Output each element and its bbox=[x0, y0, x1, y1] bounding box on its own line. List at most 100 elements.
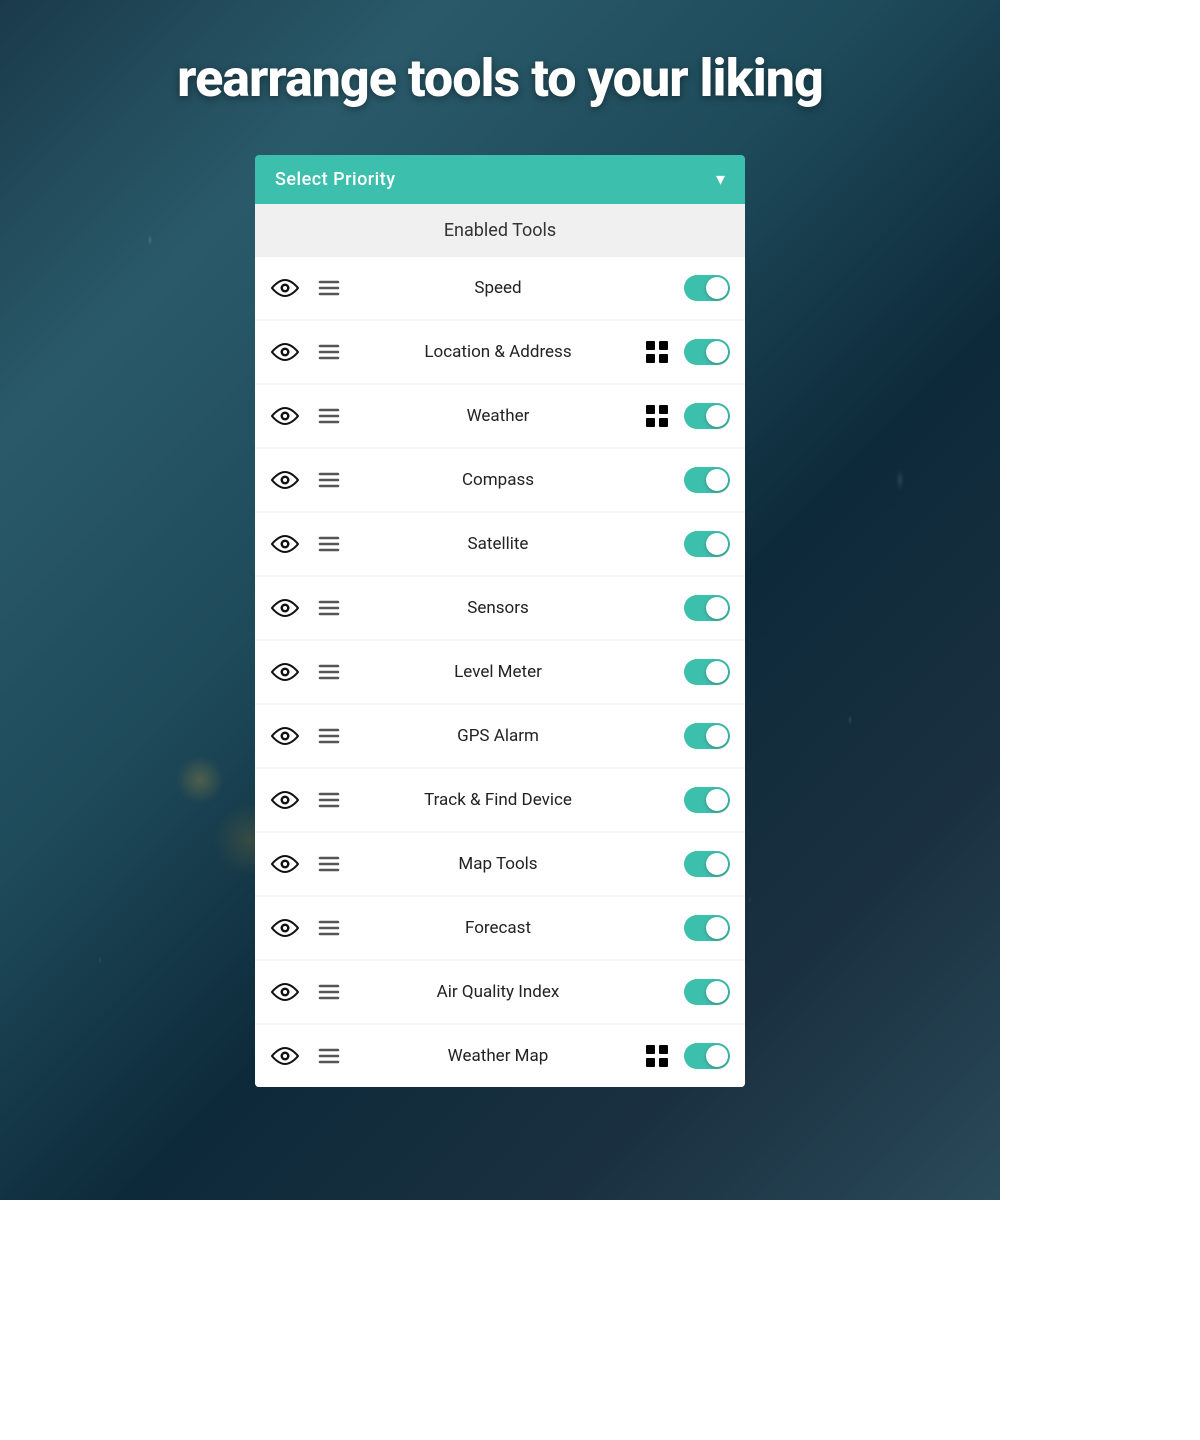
eye-icon-sensors[interactable] bbox=[267, 598, 303, 618]
tool-row-map-tools: Map Tools bbox=[255, 833, 745, 895]
eye-icon-air-quality[interactable] bbox=[267, 982, 303, 1002]
drag-handle-weather[interactable] bbox=[311, 407, 347, 425]
drag-handle-compass[interactable] bbox=[311, 471, 347, 489]
widget-icon-location bbox=[641, 340, 673, 364]
toggle-sensors[interactable] bbox=[684, 595, 730, 621]
toggle-knob-compass bbox=[706, 469, 728, 491]
tool-row-sensors: Sensors bbox=[255, 577, 745, 639]
tool-row-location: Location & Address bbox=[255, 321, 745, 383]
toggle-area-location bbox=[681, 339, 733, 365]
tool-label-track-device: Track & Find Device bbox=[355, 790, 641, 810]
toggle-satellite[interactable] bbox=[684, 531, 730, 557]
toggle-knob-sensors bbox=[706, 597, 728, 619]
tool-rows-container: Speed Location & Address Wea bbox=[255, 257, 745, 1087]
tool-label-location: Location & Address bbox=[355, 342, 641, 362]
priority-bar-label: Select Priority bbox=[275, 169, 396, 190]
tools-panel-container: Select Priority ▾ Enabled Tools Speed Lo… bbox=[255, 155, 745, 1087]
drag-handle-location[interactable] bbox=[311, 343, 347, 361]
toggle-knob-map-tools bbox=[706, 853, 728, 875]
tool-label-level-meter: Level Meter bbox=[355, 662, 641, 682]
toggle-weather[interactable] bbox=[684, 403, 730, 429]
drag-handle-weather-map[interactable] bbox=[311, 1047, 347, 1065]
toggle-area-gps-alarm bbox=[681, 723, 733, 749]
drag-handle-track-device[interactable] bbox=[311, 791, 347, 809]
eye-icon-weather[interactable] bbox=[267, 406, 303, 426]
toggle-area-satellite bbox=[681, 531, 733, 557]
toggle-weather-map[interactable] bbox=[684, 1043, 730, 1069]
toggle-area-speed bbox=[681, 275, 733, 301]
tool-row-forecast: Forecast bbox=[255, 897, 745, 959]
drag-handle-forecast[interactable] bbox=[311, 919, 347, 937]
toggle-area-weather bbox=[681, 403, 733, 429]
toggle-knob-location bbox=[706, 341, 728, 363]
eye-icon-level-meter[interactable] bbox=[267, 662, 303, 682]
tool-label-weather: Weather bbox=[355, 406, 641, 426]
toggle-gps-alarm[interactable] bbox=[684, 723, 730, 749]
widget-icon-weather-map bbox=[641, 1044, 673, 1068]
toggle-area-level-meter bbox=[681, 659, 733, 685]
tool-row-compass: Compass bbox=[255, 449, 745, 511]
tool-row-speed: Speed bbox=[255, 257, 745, 319]
tool-row-satellite: Satellite bbox=[255, 513, 745, 575]
toggle-knob-track-device bbox=[706, 789, 728, 811]
toggle-location[interactable] bbox=[684, 339, 730, 365]
priority-bar[interactable]: Select Priority ▾ bbox=[255, 155, 745, 204]
toggle-compass[interactable] bbox=[684, 467, 730, 493]
drag-handle-air-quality[interactable] bbox=[311, 983, 347, 1001]
eye-icon-satellite[interactable] bbox=[267, 534, 303, 554]
tool-label-satellite: Satellite bbox=[355, 534, 641, 554]
toggle-knob-forecast bbox=[706, 917, 728, 939]
tool-row-weather: Weather bbox=[255, 385, 745, 447]
eye-icon-gps-alarm[interactable] bbox=[267, 726, 303, 746]
tool-label-air-quality: Air Quality Index bbox=[355, 982, 641, 1002]
eye-icon-weather-map[interactable] bbox=[267, 1046, 303, 1066]
tool-row-track-device: Track & Find Device bbox=[255, 769, 745, 831]
eye-icon-speed[interactable] bbox=[267, 278, 303, 298]
widget-icon-weather bbox=[641, 404, 673, 428]
tool-label-map-tools: Map Tools bbox=[355, 854, 641, 874]
toggle-area-sensors bbox=[681, 595, 733, 621]
header-section: rearrange tools to your liking bbox=[0, 50, 1000, 107]
tool-row-air-quality: Air Quality Index bbox=[255, 961, 745, 1023]
toggle-area-compass bbox=[681, 467, 733, 493]
toggle-area-forecast bbox=[681, 915, 733, 941]
toggle-air-quality[interactable] bbox=[684, 979, 730, 1005]
toggle-knob-satellite bbox=[706, 533, 728, 555]
drag-handle-speed[interactable] bbox=[311, 279, 347, 297]
tool-label-gps-alarm: GPS Alarm bbox=[355, 726, 641, 746]
toggle-knob-weather bbox=[706, 405, 728, 427]
eye-icon-track-device[interactable] bbox=[267, 790, 303, 810]
toggle-knob-speed bbox=[706, 277, 728, 299]
toggle-area-map-tools bbox=[681, 851, 733, 877]
tool-label-weather-map: Weather Map bbox=[355, 1046, 641, 1066]
toggle-level-meter[interactable] bbox=[684, 659, 730, 685]
drag-handle-satellite[interactable] bbox=[311, 535, 347, 553]
tool-label-sensors: Sensors bbox=[355, 598, 641, 618]
toggle-forecast[interactable] bbox=[684, 915, 730, 941]
chevron-down-icon: ▾ bbox=[716, 169, 725, 190]
tool-row-level-meter: Level Meter bbox=[255, 641, 745, 703]
toggle-map-tools[interactable] bbox=[684, 851, 730, 877]
toggle-area-track-device bbox=[681, 787, 733, 813]
drag-handle-gps-alarm[interactable] bbox=[311, 727, 347, 745]
eye-icon-map-tools[interactable] bbox=[267, 854, 303, 874]
eye-icon-compass[interactable] bbox=[267, 470, 303, 490]
toggle-area-air-quality bbox=[681, 979, 733, 1005]
drag-handle-sensors[interactable] bbox=[311, 599, 347, 617]
tool-label-compass: Compass bbox=[355, 470, 641, 490]
tool-row-weather-map: Weather Map bbox=[255, 1025, 745, 1087]
eye-icon-location[interactable] bbox=[267, 342, 303, 362]
toggle-speed[interactable] bbox=[684, 275, 730, 301]
eye-icon-forecast[interactable] bbox=[267, 918, 303, 938]
toggle-knob-gps-alarm bbox=[706, 725, 728, 747]
toggle-knob-weather-map bbox=[706, 1045, 728, 1067]
enabled-tools-heading: Enabled Tools bbox=[255, 204, 745, 257]
toggle-track-device[interactable] bbox=[684, 787, 730, 813]
drag-handle-level-meter[interactable] bbox=[311, 663, 347, 681]
drag-handle-map-tools[interactable] bbox=[311, 855, 347, 873]
tool-label-speed: Speed bbox=[355, 278, 641, 298]
toggle-knob-air-quality bbox=[706, 981, 728, 1003]
toggle-knob-level-meter bbox=[706, 661, 728, 683]
enabled-tools-panel: Enabled Tools Speed Location & Address bbox=[255, 204, 745, 1087]
tool-label-forecast: Forecast bbox=[355, 918, 641, 938]
